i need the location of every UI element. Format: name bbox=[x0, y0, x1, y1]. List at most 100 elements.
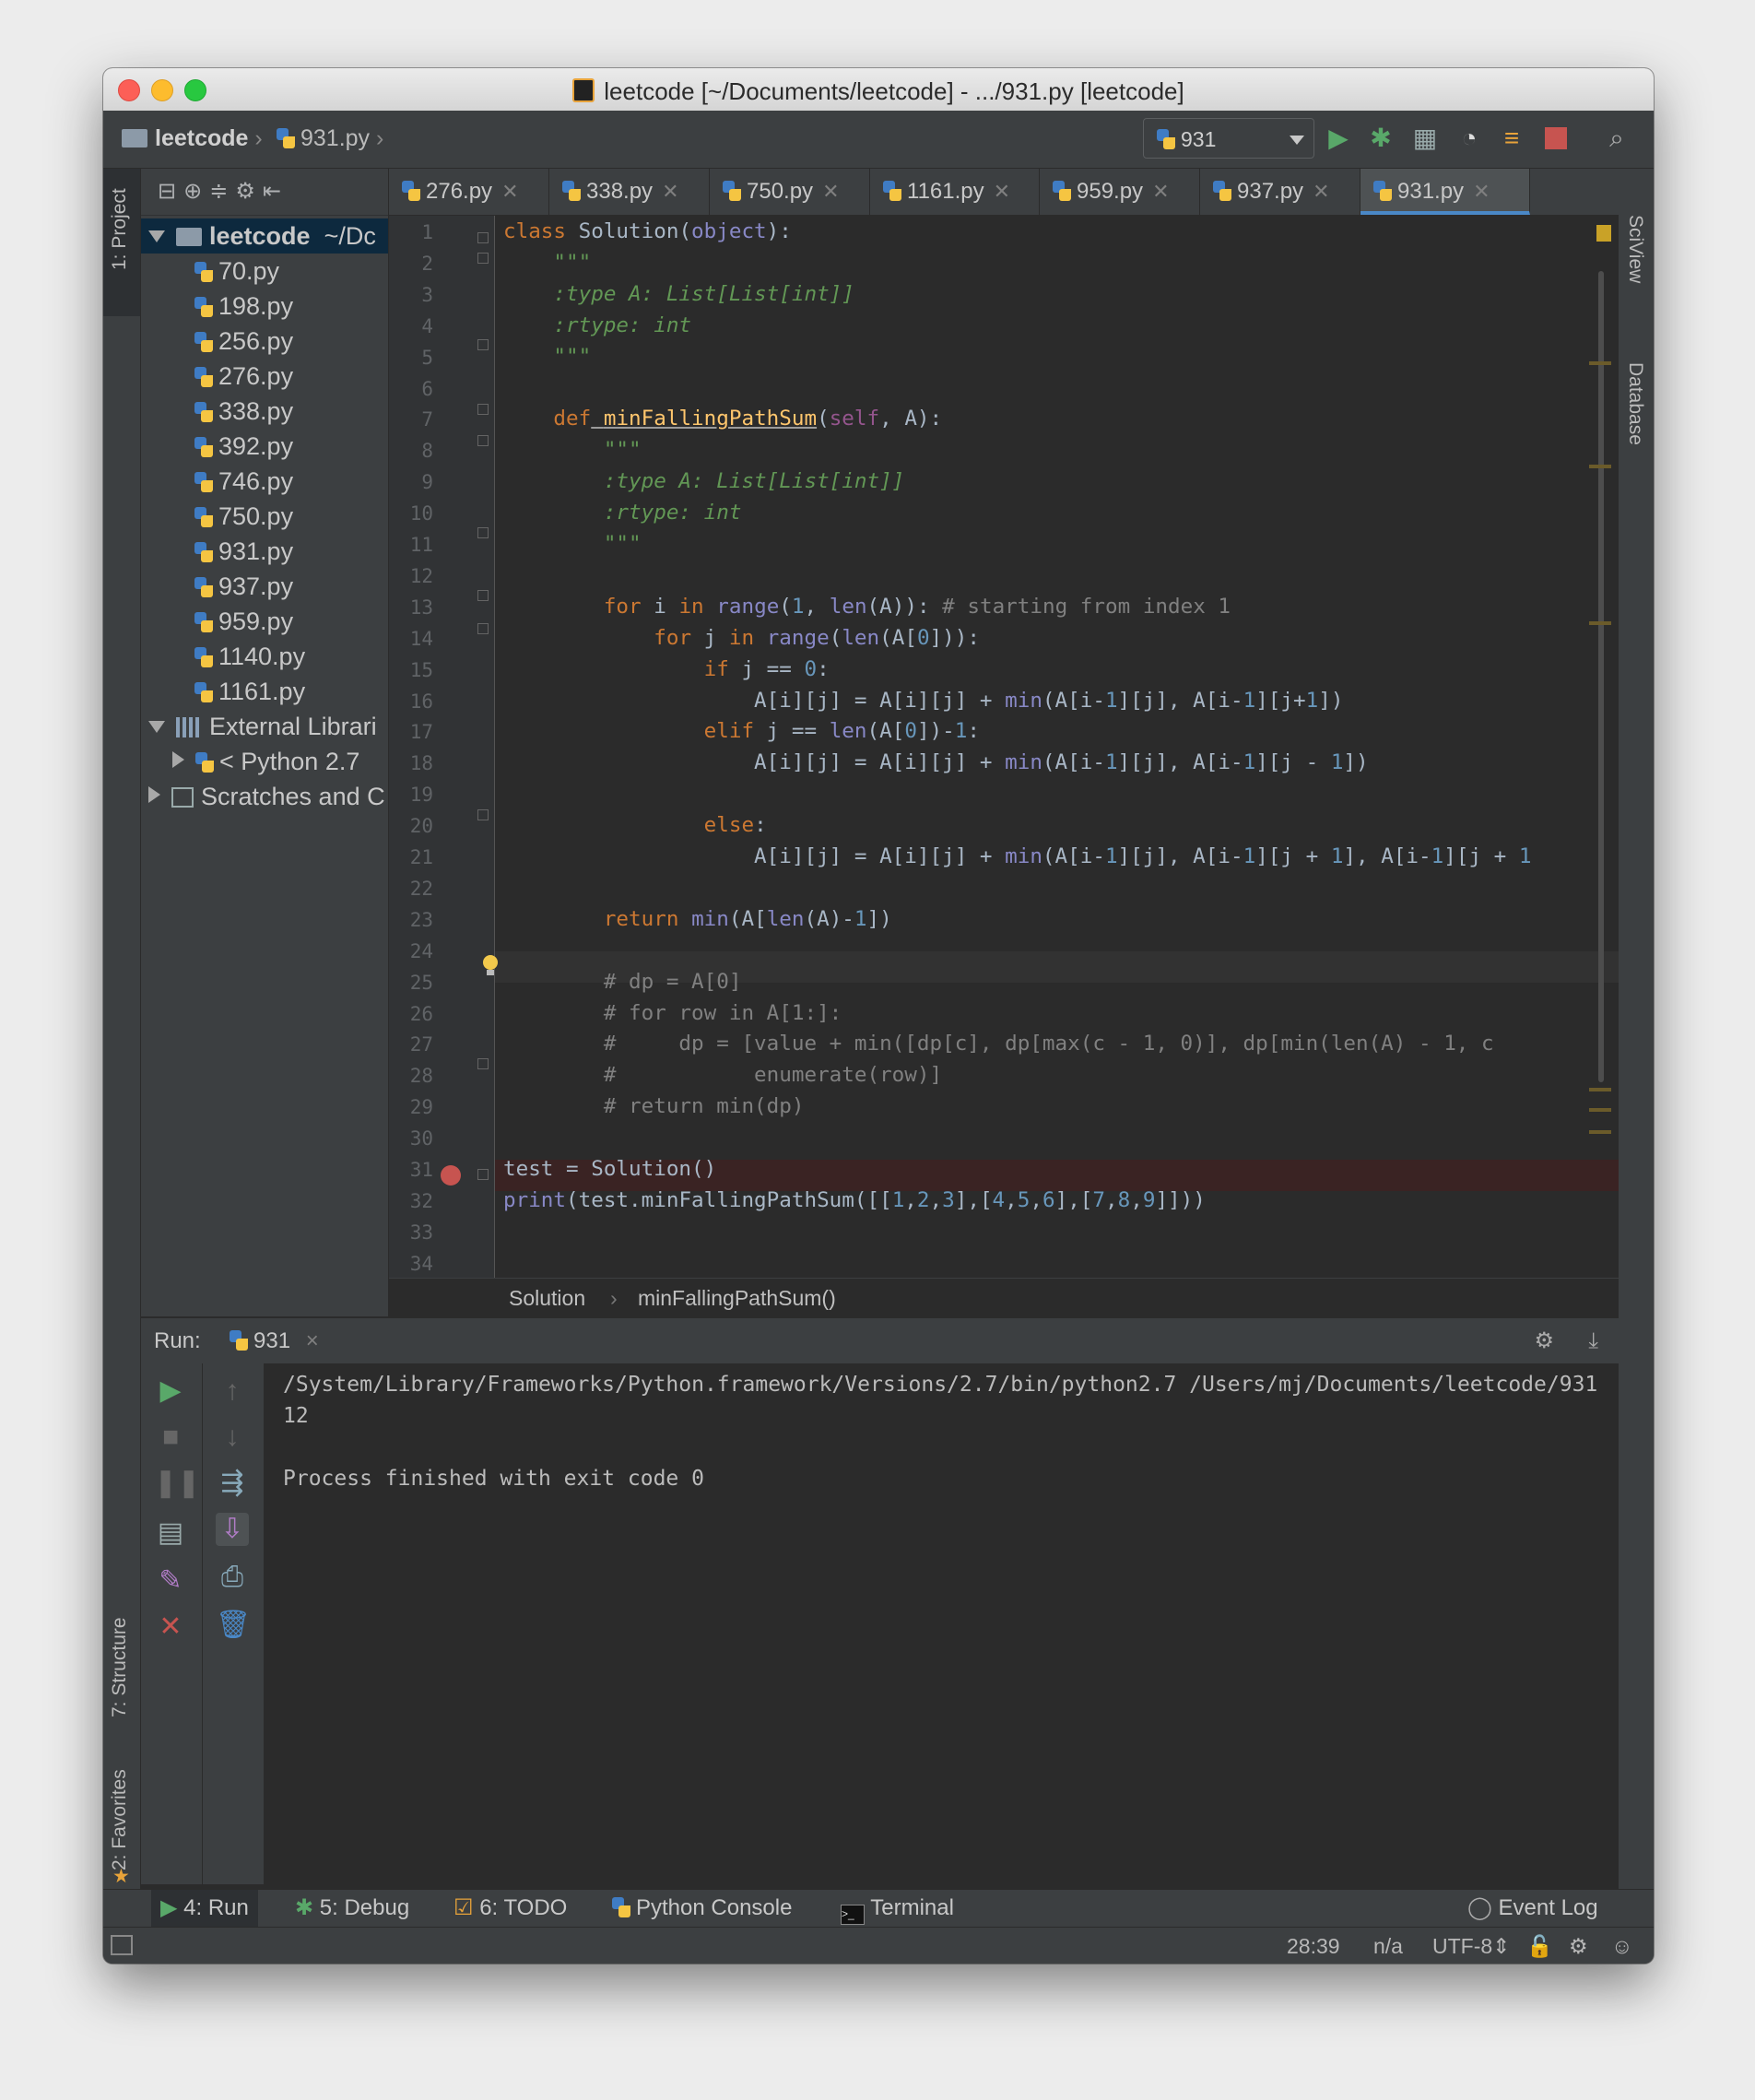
tree-item-python-sdk[interactable]: < Python 2.7 bbox=[141, 744, 388, 779]
tree-item-file[interactable]: 937.py bbox=[141, 569, 388, 604]
inspection-profile-icon[interactable]: ⚙ bbox=[1569, 1928, 1588, 1964]
tool-window-todo[interactable]: ☑ 6: TODO bbox=[444, 1890, 576, 1927]
scroll-marker[interactable] bbox=[1589, 1108, 1611, 1112]
tree-item-scratches[interactable]: Scratches and C bbox=[141, 779, 388, 814]
tool-window-python-console[interactable]: Python Console bbox=[603, 1890, 801, 1927]
tree-item-file[interactable]: 70.py bbox=[141, 254, 388, 289]
run-console-output[interactable]: /System/Library/Frameworks/Python.framew… bbox=[265, 1363, 1619, 1884]
soft-wrap-icon[interactable]: ⇶ bbox=[216, 1467, 249, 1500]
tool-tab-project[interactable]: 1: Project bbox=[103, 169, 140, 316]
editor-tab[interactable]: 959.py ✕ bbox=[1040, 169, 1200, 215]
arrow-up-icon[interactable]: ↑ bbox=[216, 1374, 249, 1408]
scroll-marker[interactable] bbox=[1589, 361, 1611, 365]
collapse-icon[interactable]: ⊟ bbox=[158, 179, 183, 204]
pause-icon[interactable]: ❚❚ bbox=[154, 1467, 200, 1500]
search-everywhere-icon[interactable]: ⌕ bbox=[1602, 124, 1631, 153]
fold-icon[interactable] bbox=[477, 435, 489, 446]
tree-item-file[interactable]: 198.py bbox=[141, 289, 388, 324]
memory-indicator-icon[interactable]: ☺ bbox=[1611, 1928, 1632, 1964]
close-tab-icon[interactable]: ✕ bbox=[1313, 180, 1329, 203]
breadcrumb-method[interactable]: minFallingPathSum() bbox=[638, 1279, 836, 1317]
tool-tab-favorites[interactable]: 2: Favorites ★ bbox=[103, 1764, 140, 1893]
run-configuration-select[interactable]: 931 bbox=[1143, 118, 1314, 159]
tree-item-file[interactable]: 1161.py bbox=[141, 674, 388, 709]
tree-item-file[interactable]: 276.py bbox=[141, 359, 388, 394]
fold-icon[interactable] bbox=[477, 339, 489, 350]
tree-item-file[interactable]: 256.py bbox=[141, 324, 388, 359]
tool-window-event-log[interactable]: ◯ Event Log bbox=[1458, 1890, 1608, 1927]
run-tab-931[interactable]: 931 × bbox=[230, 1318, 319, 1364]
breadcrumb-class[interactable]: Solution bbox=[509, 1279, 585, 1317]
line-separator[interactable]: n/a bbox=[1373, 1928, 1403, 1964]
expand-all-icon[interactable]: ≑ bbox=[209, 179, 235, 204]
tree-item-external-libraries[interactable]: External Librari bbox=[141, 709, 388, 744]
scroll-marker[interactable] bbox=[1589, 1130, 1611, 1134]
caret-position[interactable]: 28:39 bbox=[1287, 1928, 1340, 1964]
print-icon[interactable]: ⎙ bbox=[216, 1561, 249, 1594]
inspection-status-icon[interactable] bbox=[1596, 225, 1611, 242]
breakpoint-icon[interactable] bbox=[441, 1165, 461, 1186]
fold-icon[interactable] bbox=[477, 404, 489, 415]
tree-item-file[interactable]: 750.py bbox=[141, 499, 388, 534]
fold-icon[interactable] bbox=[477, 1169, 489, 1180]
tool-tab-sciview[interactable]: SciView bbox=[1619, 178, 1654, 307]
tool-tab-database[interactable]: Database bbox=[1619, 325, 1654, 473]
fold-icon[interactable] bbox=[477, 232, 489, 243]
editor-tab[interactable]: 750.py ✕ bbox=[710, 169, 870, 215]
profile-icon[interactable]: ◔ bbox=[1455, 124, 1484, 153]
concurrency-icon[interactable]: ≡ bbox=[1497, 124, 1526, 153]
toggle-tool-windows-icon[interactable] bbox=[111, 1935, 133, 1955]
editor-tab[interactable]: 931.py ✕ bbox=[1360, 169, 1530, 215]
gear-icon[interactable]: ⚙ bbox=[1534, 1318, 1554, 1364]
trash-icon[interactable]: 🗑 bbox=[216, 1609, 251, 1642]
nav-crumb-project[interactable]: leetcode › bbox=[122, 125, 263, 152]
stop-icon[interactable] bbox=[1541, 124, 1571, 153]
close-tab-icon[interactable]: ✕ bbox=[994, 180, 1010, 203]
hide-icon[interactable]: ⤓ bbox=[1588, 1318, 1598, 1364]
debug-icon[interactable]: ✱ bbox=[1366, 124, 1396, 153]
rerun-icon[interactable]: ▶ bbox=[154, 1374, 187, 1408]
file-encoding[interactable]: UTF-8⇕ bbox=[1432, 1928, 1510, 1964]
close-tab-icon[interactable]: ✕ bbox=[501, 180, 518, 203]
scroll-marker[interactable] bbox=[1589, 465, 1611, 468]
close-tab-icon[interactable]: ✕ bbox=[662, 180, 678, 203]
lock-icon[interactable]: 🔓 bbox=[1526, 1928, 1553, 1964]
editor-tab[interactable]: 276.py ✕ bbox=[389, 169, 549, 215]
tool-window-run[interactable]: ▶ 4: Run bbox=[151, 1890, 258, 1927]
run-icon[interactable]: ▶ bbox=[1324, 124, 1353, 153]
coverage-icon[interactable]: ▦ bbox=[1410, 124, 1440, 153]
editor-tab[interactable]: 1161.py ✕ bbox=[870, 169, 1040, 215]
tree-item-file[interactable]: 746.py bbox=[141, 464, 388, 499]
tool-window-debug[interactable]: ✱ 5: Debug bbox=[286, 1890, 418, 1927]
scroll-marker[interactable] bbox=[1589, 1088, 1611, 1091]
tool-window-terminal[interactable]: >_ Terminal bbox=[831, 1890, 963, 1927]
close-tab-icon[interactable]: ✕ bbox=[822, 180, 839, 203]
tree-item-file[interactable]: 959.py bbox=[141, 604, 388, 639]
tree-item-project-root[interactable]: leetcode ~/Dc bbox=[141, 218, 388, 254]
gear-icon[interactable]: ⚙ bbox=[235, 179, 263, 204]
editor-tab[interactable]: 338.py ✕ bbox=[549, 169, 710, 215]
close-tab-icon[interactable]: ✕ bbox=[1152, 180, 1169, 203]
fold-icon[interactable] bbox=[477, 1058, 489, 1069]
nav-crumb-file[interactable]: 931.py › bbox=[277, 125, 383, 152]
stop-icon[interactable]: ■ bbox=[154, 1421, 187, 1454]
tool-tab-structure[interactable]: 7: Structure bbox=[103, 1588, 140, 1745]
tree-item-file[interactable]: 392.py bbox=[141, 429, 388, 464]
fold-icon[interactable] bbox=[477, 527, 489, 538]
arrow-down-icon[interactable]: ↓ bbox=[216, 1421, 249, 1454]
pin-icon[interactable]: ✎ bbox=[154, 1564, 187, 1598]
close-icon[interactable]: ✕ bbox=[154, 1610, 187, 1644]
fold-icon[interactable] bbox=[477, 253, 489, 264]
scroll-to-end-icon[interactable]: ⇩ bbox=[216, 1513, 249, 1546]
close-icon[interactable]: × bbox=[306, 1328, 319, 1353]
tree-item-file[interactable]: 1140.py bbox=[141, 639, 388, 674]
fold-icon[interactable] bbox=[477, 623, 489, 634]
locate-icon[interactable]: ⊕ bbox=[183, 179, 209, 204]
restore-layout-icon[interactable]: ▤ bbox=[154, 1516, 187, 1550]
close-tab-icon[interactable]: ✕ bbox=[1473, 180, 1490, 203]
code-editor[interactable]: 1 2 3 4 5 6 7 8 9 10 11 12 13 14 15 16 17 18 19 20 21 22 23 24 2… bbox=[389, 216, 1619, 1278]
tree-item-file[interactable]: 338.py bbox=[141, 394, 388, 429]
fold-icon[interactable] bbox=[477, 809, 489, 820]
tree-item-file[interactable]: 931.py bbox=[141, 534, 388, 569]
scroll-marker[interactable] bbox=[1589, 621, 1611, 625]
